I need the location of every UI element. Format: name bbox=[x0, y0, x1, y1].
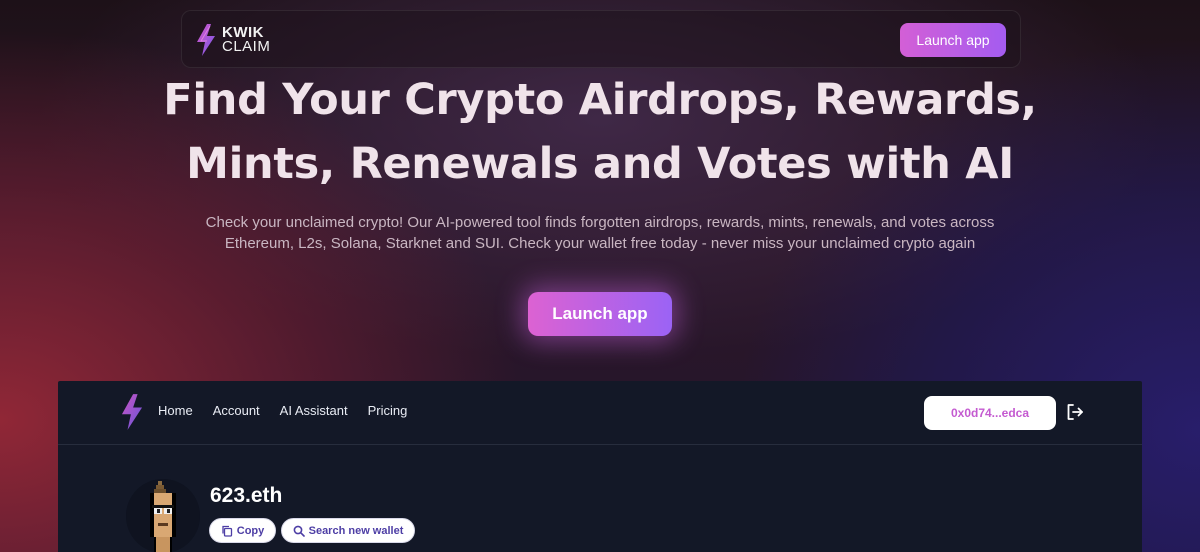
brand-logo[interactable]: KWIK CLAIM bbox=[194, 23, 270, 57]
copy-button-label: Copy bbox=[236, 524, 265, 537]
hero-launch-app-button[interactable]: Launch app bbox=[528, 292, 672, 336]
wallet-ens-name: 623.eth bbox=[210, 484, 283, 507]
nav-link-ai-assistant[interactable]: AI Assistant bbox=[280, 403, 348, 418]
wallet-address-button[interactable]: 0x0d74...edca bbox=[924, 396, 1056, 430]
bolt-logo-icon[interactable] bbox=[118, 393, 146, 431]
app-navbar: Home Account AI Assistant Pricing 0x0d74… bbox=[58, 381, 1142, 445]
hero-subtitle-line2: Ethereum, L2s, Solana, Starknet and SUI.… bbox=[224, 235, 976, 252]
avatar bbox=[126, 479, 200, 552]
brand-wordmark: KWIK CLAIM bbox=[222, 25, 271, 55]
app-preview: Home Account AI Assistant Pricing 0x0d74… bbox=[58, 381, 1142, 552]
bolt-logo-icon bbox=[197, 24, 215, 56]
pixel-avatar-image bbox=[126, 479, 200, 552]
copy-icon bbox=[222, 525, 232, 537]
copy-button[interactable]: Copy bbox=[209, 518, 276, 543]
nav-launch-app-button[interactable]: Launch app bbox=[900, 23, 1006, 57]
search-new-wallet-button[interactable]: Search new wallet bbox=[281, 518, 415, 543]
nav-link-home[interactable]: Home bbox=[158, 403, 193, 418]
search-icon bbox=[293, 525, 305, 537]
top-navbar: KWIK CLAIM Launch app bbox=[181, 10, 1021, 68]
hero-subtitle: Check your unclaimed crypto! Our AI-powe… bbox=[180, 212, 1020, 254]
brand-line2: CLAIM bbox=[222, 38, 271, 55]
hero-title-line2: Mints, Renewals and Votes with AI bbox=[186, 139, 1014, 189]
hero-subtitle-line1: Check your unclaimed crypto! Our AI-powe… bbox=[205, 214, 995, 231]
nav-link-account[interactable]: Account bbox=[213, 403, 260, 418]
hero-title-line1: Find Your Crypto Airdrops, Rewards, bbox=[163, 75, 1037, 125]
logout-icon[interactable] bbox=[1066, 403, 1084, 421]
nav-link-pricing[interactable]: Pricing bbox=[368, 403, 408, 418]
hero-title: Find Your Crypto Airdrops, Rewards, Mint… bbox=[0, 68, 1200, 196]
app-nav-links: Home Account AI Assistant Pricing bbox=[158, 403, 407, 418]
search-new-wallet-label: Search new wallet bbox=[308, 524, 404, 537]
